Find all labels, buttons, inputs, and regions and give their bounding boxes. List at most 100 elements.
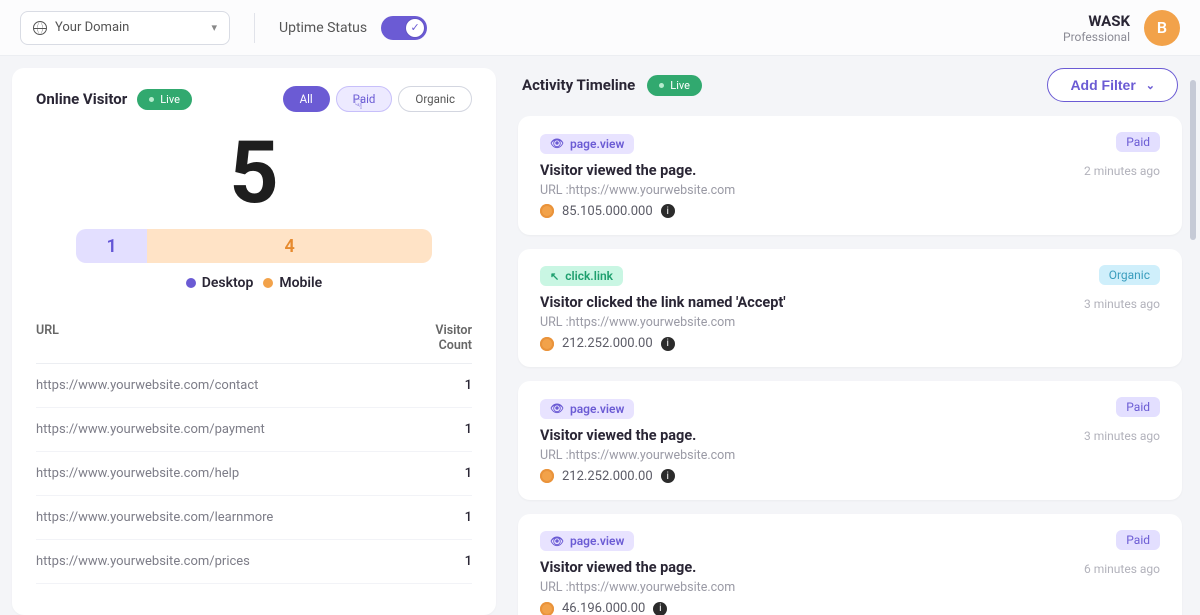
- globe-icon: [33, 21, 47, 35]
- count-cell: 1: [412, 510, 472, 525]
- filter-all[interactable]: All: [283, 86, 330, 112]
- event-title: Visitor viewed the page.: [540, 559, 1160, 576]
- activity-timeline-panel: Activity Timeline Live Add Filter ⌄ 👁pag…: [512, 68, 1188, 615]
- live-label-left: Live: [160, 93, 180, 106]
- coin-icon: [540, 337, 554, 351]
- filter-organic[interactable]: Organic: [398, 86, 472, 112]
- url-cell: https://www.yourwebsite.com/learnmore: [36, 510, 412, 525]
- timeline-card[interactable]: 👁page.view Paid Visitor viewed the page. UR…: [518, 514, 1182, 615]
- avatar[interactable]: B: [1144, 10, 1180, 46]
- count-cell: 1: [412, 378, 472, 393]
- ip-value: 212.252.000.00: [562, 469, 653, 484]
- device-split-bar: 1 4: [76, 229, 432, 263]
- main: Online Visitor Live All Paid ☟ Organic 5…: [0, 56, 1200, 615]
- topbar: Your Domain ▾ Uptime Status ✓ WASK Profe…: [0, 0, 1200, 56]
- event-url: URL :https://www.yourwebsite.com: [540, 315, 1160, 330]
- online-visitor-title: Online Visitor: [36, 90, 127, 108]
- event-url: URL :https://www.yourwebsite.com: [540, 448, 1160, 463]
- source-badge: Paid: [1116, 397, 1160, 417]
- cursor-icon: ↖: [550, 270, 559, 283]
- uptime-toggle[interactable]: ✓: [381, 16, 427, 40]
- domain-dropdown[interactable]: Your Domain ▾: [20, 11, 230, 45]
- info-icon[interactable]: i: [661, 337, 675, 351]
- event-tag: ↖ click.link: [540, 266, 623, 286]
- mobile-dot-icon: [263, 278, 273, 288]
- coin-icon: [540, 602, 554, 615]
- table-row[interactable]: https://www.yourwebsite.com/learnmore1: [36, 496, 472, 540]
- event-url: URL :https://www.yourwebsite.com: [540, 183, 1160, 198]
- info-icon[interactable]: i: [661, 469, 675, 483]
- live-pill-right: Live: [647, 75, 702, 96]
- url-cell: https://www.yourwebsite.com/help: [36, 466, 412, 481]
- table-row[interactable]: https://www.yourwebsite.com/payment1: [36, 408, 472, 452]
- ip-row: 212.252.000.00 i: [540, 469, 1160, 484]
- ip-value: 85.105.000.000: [562, 204, 653, 219]
- event-title: Visitor viewed the page.: [540, 427, 1160, 444]
- uptime-label: Uptime Status: [279, 20, 367, 36]
- info-icon[interactable]: i: [653, 602, 667, 615]
- live-dot-icon: [659, 83, 664, 88]
- event-tag: 👁page.view: [540, 531, 634, 551]
- add-filter-label: Add Filter: [1070, 77, 1135, 93]
- timeline-card[interactable]: 👁page.viewPaidVisitor viewed the page.UR…: [518, 116, 1182, 235]
- eye-icon: 👁: [550, 535, 564, 548]
- ip-value: 212.252.000.00: [562, 336, 653, 351]
- timeline-list: 👁 page.view Paid Visitor viewed the page. UR…: [512, 116, 1188, 615]
- legend-mobile: Mobile: [279, 275, 322, 291]
- legend-desktop: Desktop: [202, 275, 254, 291]
- desktop-segment: 1: [76, 229, 147, 263]
- url-cell: https://www.yourwebsite.com/payment: [36, 422, 412, 437]
- avatar-letter: B: [1157, 18, 1167, 37]
- desktop-dot-icon: [186, 278, 196, 288]
- table-row[interactable]: https://www.yourwebsite.com/help1: [36, 452, 472, 496]
- ip-row: 46.196.000.00 i: [540, 601, 1160, 615]
- live-dot-icon: [149, 97, 154, 102]
- ip-row: 85.105.000.000 i: [540, 204, 1160, 219]
- filter-paid[interactable]: Paid ☟: [336, 86, 393, 112]
- brand-name: WASK: [1063, 12, 1130, 30]
- ip-row: 212.252.000.00 i: [540, 336, 1160, 351]
- url-table: URL VisitorCount https://www.yourwebsite…: [36, 313, 472, 584]
- count-cell: 1: [412, 422, 472, 437]
- col-count-header: VisitorCount: [412, 323, 472, 353]
- url-cell: https://www.yourwebsite.com/contact: [36, 378, 412, 393]
- event-tag-label: page.view: [570, 137, 624, 151]
- source-badge: Paid: [1116, 132, 1160, 152]
- event-url: URL :https://www.yourwebsite.com: [540, 580, 1160, 595]
- source-badge: Organic: [1099, 265, 1160, 285]
- col-url-header: URL: [36, 323, 412, 353]
- ip-value: 46.196.000.00: [562, 601, 645, 615]
- eye-icon: 👁: [550, 137, 564, 150]
- timeline-card[interactable]: ↖click.linkOrganicVisitor clicked the li…: [518, 249, 1182, 368]
- count-cell: 1: [412, 466, 472, 481]
- scrollbar[interactable]: [1190, 80, 1196, 240]
- event-tag-label: page.view: [570, 402, 624, 416]
- domain-placeholder: Your Domain: [55, 20, 129, 35]
- event-tag: 👁 page.view: [540, 399, 634, 419]
- coin-icon: [540, 204, 554, 218]
- time-ago: 3 minutes ago: [1084, 429, 1160, 443]
- chevron-down-icon: ⌄: [1146, 79, 1155, 92]
- add-filter-button[interactable]: Add Filter ⌄: [1047, 68, 1178, 102]
- live-label-right: Live: [670, 79, 690, 92]
- live-pill-left: Live: [137, 89, 192, 110]
- time-ago: 6 minutes ago: [1084, 562, 1160, 576]
- brand-block: WASK Professional: [1063, 12, 1130, 44]
- filter-paid-label: Paid: [353, 92, 376, 106]
- table-row[interactable]: https://www.yourwebsite.com/contact1: [36, 364, 472, 408]
- toggle-knob: ✓: [406, 19, 424, 37]
- timeline-card[interactable]: 👁 page.view Paid Visitor viewed the page. UR…: [518, 381, 1182, 500]
- event-tag-label: click.link: [565, 269, 613, 283]
- info-icon[interactable]: i: [661, 204, 675, 218]
- eye-icon: 👁: [550, 402, 564, 415]
- online-visitor-panel: Online Visitor Live All Paid ☟ Organic 5…: [12, 68, 496, 615]
- table-row[interactable]: https://www.yourwebsite.com/prices1: [36, 540, 472, 584]
- url-table-header: URL VisitorCount: [36, 313, 472, 364]
- divider: [254, 13, 255, 43]
- mobile-segment: 4: [147, 229, 432, 263]
- coin-icon: [540, 469, 554, 483]
- count-cell: 1: [412, 554, 472, 569]
- chevron-down-icon: ▾: [211, 21, 217, 34]
- source-badge: Paid: [1116, 530, 1160, 550]
- url-cell: https://www.yourwebsite.com/prices: [36, 554, 412, 569]
